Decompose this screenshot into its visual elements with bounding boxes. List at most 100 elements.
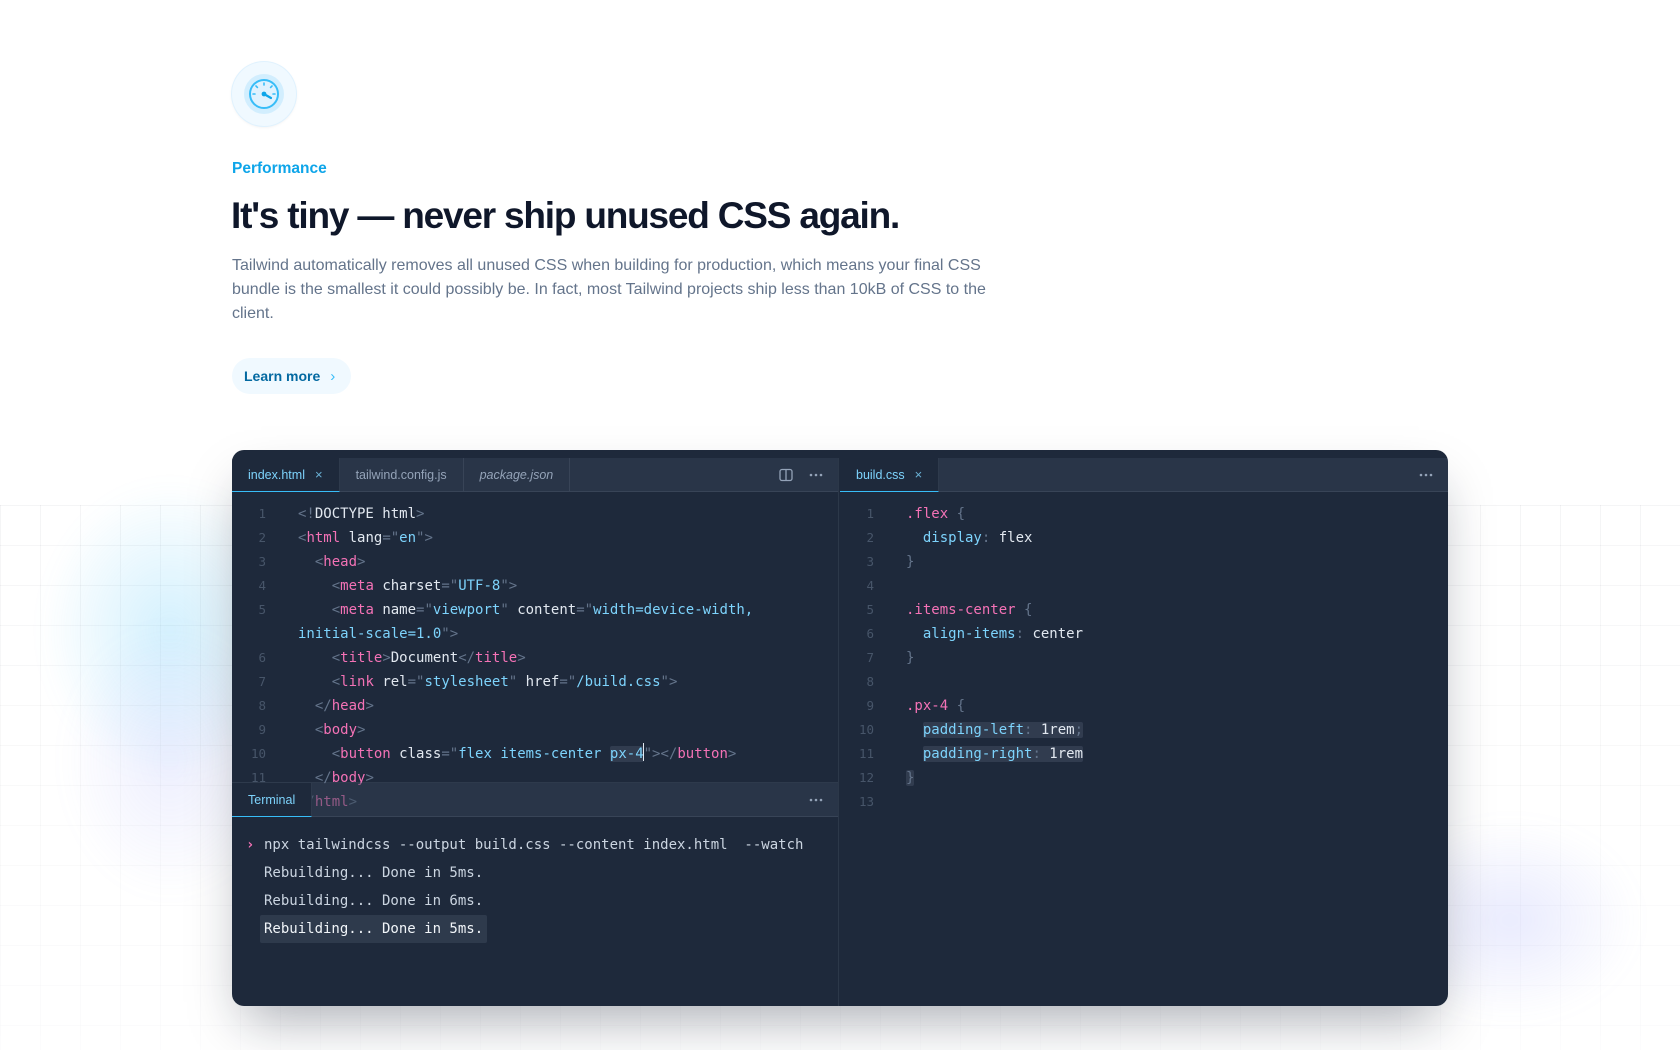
line-number: 10 — [250, 746, 266, 761]
tab-index-html[interactable]: index.html × — [232, 458, 340, 492]
split-editor-icon[interactable] — [778, 467, 794, 483]
title-text: Document — [390, 650, 459, 666]
terminal-output-text-latest: Rebuilding... Done in 5ms. — [260, 915, 488, 943]
css-property: padding-right — [922, 746, 1033, 762]
code-line: 4 <meta charset="UTF-8"> — [232, 574, 838, 598]
line-number: 7 — [866, 650, 874, 665]
tab-actions — [778, 458, 838, 491]
code-line: 10 padding-left: 1rem; — [840, 718, 1448, 742]
code-line: 6 align-items: center — [840, 622, 1448, 646]
terminal-panel: Terminal › npx tailwindcss --output buil… — [232, 782, 838, 1006]
href-value: /build.css — [576, 674, 661, 690]
editor-pane-css: build.css × 1 .flex { 2 display: flex 3 … — [840, 458, 1448, 1006]
close-icon[interactable]: × — [315, 467, 323, 482]
css-value: 1rem — [1049, 746, 1084, 762]
line-number: 11 — [858, 746, 874, 761]
line-number: 10 — [858, 722, 874, 737]
terminal-output-text: Rebuilding... Done in 6ms. — [264, 893, 484, 909]
css-property: padding-left — [922, 722, 1025, 738]
css-value: flex — [998, 530, 1033, 546]
line-number: 2 — [866, 530, 874, 545]
tab-package-json[interactable]: package.json — [464, 458, 571, 491]
section-eyebrow: Performance — [232, 160, 327, 177]
css-value: 1rem — [1040, 722, 1075, 738]
css-value: center — [1032, 626, 1084, 642]
css-selector: .flex — [906, 506, 949, 522]
chevron-right-icon: › — [330, 367, 336, 385]
line-number: 6 — [258, 650, 266, 665]
code-line: 8 — [840, 670, 1448, 694]
learn-more-button[interactable]: Learn more › — [232, 358, 352, 394]
css-property: align-items — [922, 626, 1016, 642]
more-options-icon[interactable] — [808, 467, 824, 483]
tab-label: package.json — [479, 467, 554, 482]
code-line: 3 } — [840, 550, 1448, 574]
code-line: 7 <link rel="stylesheet" href="/build.cs… — [232, 670, 838, 694]
code-line: 3 <head> — [232, 550, 838, 574]
line-number: 3 — [258, 554, 266, 569]
line-number — [232, 622, 266, 646]
prompt-chevron-icon: › — [246, 837, 255, 853]
tab-tailwind-config[interactable]: tailwind.config.js — [340, 458, 464, 491]
tab-label: Terminal — [248, 792, 296, 807]
line-number: 9 — [258, 722, 266, 737]
terminal-output[interactable]: › npx tailwindcss --output build.css --c… — [232, 817, 838, 943]
line-number: 6 — [866, 626, 874, 641]
tab-terminal[interactable]: Terminal — [232, 783, 313, 817]
more-options-icon[interactable] — [1418, 467, 1434, 483]
terminal-output-text: Rebuilding... Done in 5ms. — [264, 865, 484, 881]
code-line: 8 </head> — [232, 694, 838, 718]
css-selector: .px-4 — [906, 698, 949, 714]
speedometer-icon — [232, 62, 296, 126]
class-value-highlighted: px-4 — [609, 746, 644, 762]
close-icon[interactable]: × — [915, 467, 923, 482]
code-line: 11 padding-right: 1rem — [840, 742, 1448, 766]
line-number: 8 — [866, 674, 874, 689]
code-line: initial-scale=1.0"> — [232, 622, 838, 646]
line-number: 4 — [866, 578, 874, 593]
more-options-icon[interactable] — [808, 792, 824, 808]
lang-value: en — [399, 530, 417, 546]
terminal-command: npx tailwindcss --output build.css --con… — [264, 837, 804, 853]
line-number: 12 — [858, 770, 874, 785]
terminal-tabbar: Terminal — [232, 783, 838, 817]
code-line: 2 <html lang="en"> — [232, 526, 838, 550]
charset-value: UTF-8 — [458, 578, 501, 594]
viewport-value-continued: initial-scale=1.0 — [298, 626, 442, 642]
class-value: flex items-center — [458, 746, 610, 762]
terminal-output-line: Rebuilding... Done in 5ms. — [246, 915, 824, 943]
line-number: 7 — [258, 674, 266, 689]
code-line: 4 — [840, 574, 1448, 598]
code-line: 5 .items-center { — [840, 598, 1448, 622]
code-line: 1 <!DOCTYPE html> — [232, 502, 838, 526]
doctype-text: DOCTYPE html — [314, 506, 417, 522]
terminal-command-line: › npx tailwindcss --output build.css --c… — [246, 831, 824, 859]
line-number: 4 — [258, 578, 266, 593]
learn-more-label: Learn more — [244, 368, 321, 384]
tab-build-css[interactable]: build.css × — [840, 458, 940, 492]
line-number: 13 — [858, 794, 874, 809]
line-number: 9 — [866, 698, 874, 713]
code-line: 9 .px-4 { — [840, 694, 1448, 718]
tab-actions — [1418, 458, 1448, 491]
terminal-output-line: Rebuilding... Done in 5ms. — [246, 859, 824, 887]
editor-tabbar-right: build.css × — [840, 458, 1448, 492]
section-description: Tailwind automatically removes all unuse… — [232, 257, 986, 322]
html-code-view[interactable]: 1 <!DOCTYPE html> 2 <html lang="en"> 3 <… — [232, 492, 838, 814]
css-code-view[interactable]: 1 .flex { 2 display: flex 3 } 4 5 .items… — [840, 492, 1448, 814]
line-number: 5 — [866, 602, 874, 617]
line-number: 8 — [258, 698, 266, 713]
editor-tabbar-left: index.html × tailwind.config.js package.… — [232, 458, 838, 492]
line-number: 3 — [866, 554, 874, 569]
code-line: 12 } — [840, 766, 1448, 790]
line-number: 2 — [258, 530, 266, 545]
tab-label: tailwind.config.js — [355, 467, 447, 482]
code-line: 6 <title>Document</title> — [232, 646, 838, 670]
code-line: 13 — [840, 790, 1448, 814]
tab-label: build.css — [856, 467, 905, 482]
tab-label: index.html — [248, 467, 305, 482]
code-line: 10 <button class="flex items-center px-4… — [232, 742, 838, 766]
code-editor-window: index.html × tailwind.config.js package.… — [232, 450, 1448, 1006]
terminal-output-line: Rebuilding... Done in 6ms. — [246, 887, 824, 915]
code-line: 2 display: flex — [840, 526, 1448, 550]
